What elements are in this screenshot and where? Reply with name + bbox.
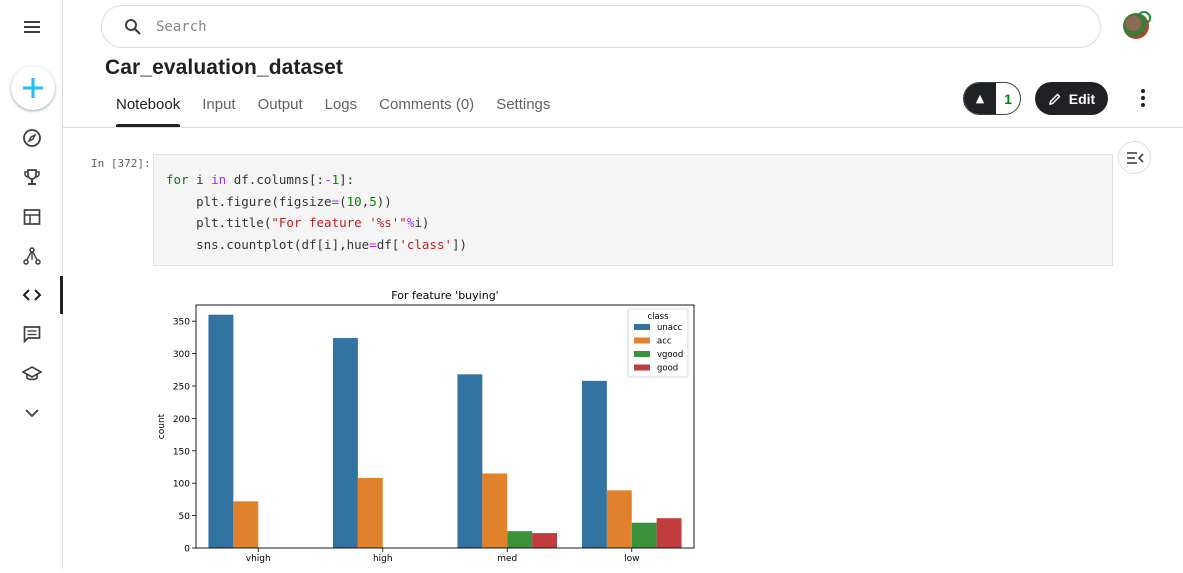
code-line: for i in df.columns[:-1]:	[166, 172, 355, 187]
code-icon[interactable]	[20, 283, 44, 307]
bar-good-low	[656, 518, 682, 548]
search-icon	[125, 19, 141, 35]
edit-label: Edit	[1068, 90, 1096, 107]
trophy-icon[interactable]	[20, 165, 44, 189]
tab-notebook[interactable]: Notebook	[116, 96, 181, 127]
code-block: for i in df.columns[:-1]: plt.figure(fig…	[166, 169, 467, 255]
discussion-icon[interactable]	[20, 322, 44, 346]
caret-up-icon: ▲	[964, 83, 996, 114]
y-tick-label: 100	[173, 480, 190, 490]
tab-logs[interactable]: Logs	[325, 96, 358, 127]
y-axis-label: count	[157, 413, 167, 439]
notebook-tabs: Notebook Input Output Logs Comments (0) …	[116, 96, 572, 128]
legend-label-unacc: unacc	[657, 323, 683, 333]
countplot-chart: For feature 'buying' 0 50 100 150 200 250 300 35…	[153, 283, 713, 569]
learn-icon[interactable]	[20, 362, 44, 386]
active-indicator	[60, 276, 63, 314]
y-tick-label: 150	[173, 447, 190, 457]
left-sidebar	[0, 0, 63, 569]
vote-count: 1	[1004, 90, 1012, 107]
legend-label-good: good	[657, 364, 678, 374]
tab-input[interactable]: Input	[202, 96, 235, 127]
bar-vgood-low	[631, 522, 657, 548]
upvote-button[interactable]: ▲ 1	[963, 82, 1021, 115]
cell-prompt: In [372]:	[91, 157, 151, 170]
tab-settings[interactable]: Settings	[496, 96, 550, 127]
bar-unacc-high	[332, 338, 358, 548]
search-bar	[101, 5, 1101, 48]
x-tick-label: vhigh	[246, 554, 271, 564]
legend-title: class	[647, 312, 669, 322]
legend-swatch-good	[634, 364, 650, 371]
legend-swatch-unacc	[634, 324, 650, 330]
code-line: plt.figure(figsize=(10,5))	[166, 193, 392, 209]
tab-divider	[63, 127, 1183, 128]
code-line: plt.title("For feature '%s'"%i)	[166, 215, 430, 230]
y-tick-label: 300	[173, 350, 190, 360]
bar-acc-vhigh	[233, 501, 259, 548]
compass-icon[interactable]	[20, 126, 44, 150]
tab-comments[interactable]: Comments (0)	[379, 96, 474, 127]
legend-label-vgood: vgood	[657, 350, 683, 360]
bar-acc-high	[357, 478, 383, 548]
plus-icon	[23, 78, 43, 98]
pencil-icon	[1048, 92, 1061, 105]
x-tick-label: low	[624, 554, 639, 564]
search-input[interactable]	[156, 16, 1056, 38]
bar-good-med	[532, 533, 558, 548]
collapse-panel-button[interactable]	[1118, 141, 1151, 174]
code-cell[interactable]: for i in df.columns[:-1]: plt.figure(fig…	[153, 154, 1113, 266]
x-tick-label: med	[497, 554, 517, 564]
table-icon[interactable]	[20, 205, 44, 229]
y-tick-label: 350	[173, 318, 190, 328]
page-title: Car_evaluation_dataset	[105, 56, 343, 79]
edit-button[interactable]: Edit	[1035, 82, 1108, 115]
legend-swatch-vgood	[634, 351, 650, 357]
create-button[interactable]	[11, 66, 55, 110]
bar-acc-med	[482, 473, 508, 548]
y-tick-label: 200	[173, 415, 190, 425]
y-tick-label: 50	[179, 512, 191, 522]
y-tick-label: 0	[184, 545, 190, 555]
bar-acc-low	[606, 490, 632, 548]
chevron-down-icon[interactable]	[20, 401, 44, 425]
bar-vgood-med	[507, 531, 533, 548]
bar-unacc-med	[457, 374, 483, 548]
chart-svg: For feature 'buying' 0 50 100 150 200 250 300 35…	[157, 289, 695, 564]
more-options-icon[interactable]	[1133, 86, 1153, 110]
models-icon[interactable]	[20, 244, 44, 268]
bar-unacc-low	[581, 380, 607, 548]
legend-label-acc: acc	[657, 337, 672, 347]
code-line: sns.countplot(df[i],hue=df['class'])	[166, 236, 468, 252]
x-tick-label: high	[373, 554, 393, 564]
tab-output[interactable]: Output	[258, 96, 303, 127]
bar-unacc-vhigh	[208, 314, 234, 548]
y-tick-label: 250	[173, 383, 190, 393]
chart-title: For feature 'buying'	[391, 289, 498, 302]
collapse-list-icon	[1126, 151, 1144, 164]
avatar[interactable]	[1123, 11, 1151, 39]
menu-icon[interactable]	[20, 15, 44, 39]
legend-swatch-acc	[634, 337, 650, 344]
